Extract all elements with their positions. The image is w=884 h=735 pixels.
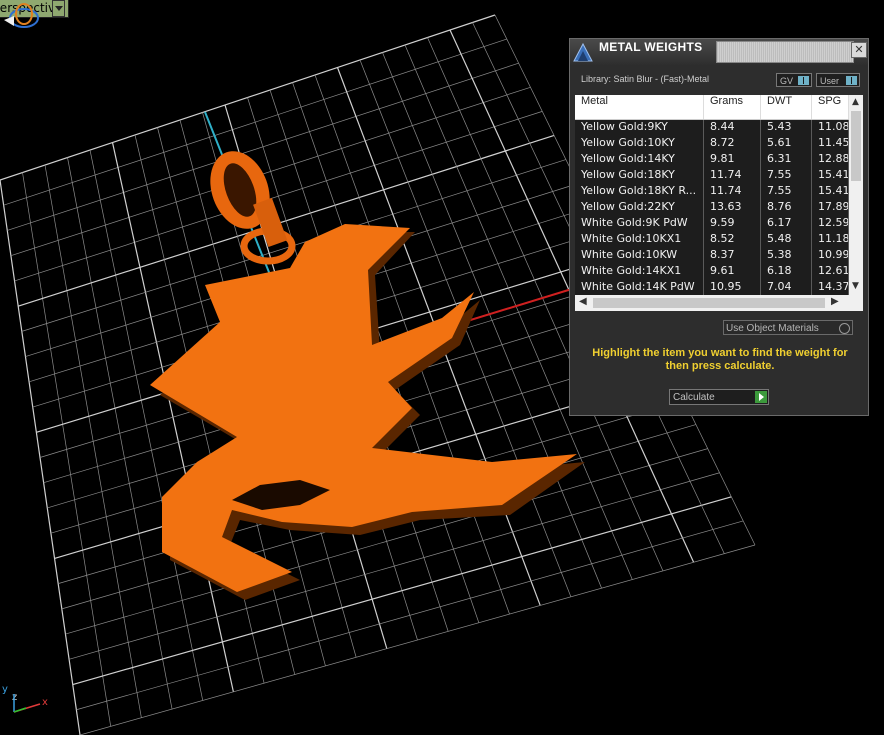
spg-cell: 12.59 bbox=[812, 216, 849, 232]
spg-cell: 15.41 bbox=[812, 184, 849, 200]
table-row[interactable]: White Gold:10KW 8.37 5.38 10.99 bbox=[575, 248, 849, 264]
spg-cell: 10.99 bbox=[812, 248, 849, 264]
grams-cell: 9.59 bbox=[704, 216, 761, 232]
table-row[interactable]: Yellow Gold:18KY 11.74 7.55 15.41 bbox=[575, 168, 849, 184]
pendant-model[interactable] bbox=[150, 143, 585, 600]
table-row[interactable]: White Gold:10KX1 8.52 5.48 11.18 bbox=[575, 232, 849, 248]
dwt-cell: 8.76 bbox=[761, 200, 812, 216]
grams-cell: 13.63 bbox=[704, 200, 761, 216]
metal-table[interactable]: Metal Grams DWT SPG Yellow Gold:9KY 8.44 5… bbox=[575, 95, 863, 311]
play-arrow-icon bbox=[755, 391, 767, 403]
spg-cell: 17.89 bbox=[812, 200, 849, 216]
metal-cell: Yellow Gold:9KY bbox=[575, 120, 704, 136]
scrollbar-thumb[interactable] bbox=[851, 111, 861, 181]
metal-cell: White Gold:10KX1 bbox=[575, 232, 704, 248]
panel-header[interactable]: METAL WEIGHTS ✕ bbox=[570, 39, 868, 65]
user-toggle-label: User bbox=[820, 76, 840, 86]
view-dropdown-button[interactable] bbox=[52, 0, 65, 17]
dwt-cell: 5.48 bbox=[761, 232, 812, 248]
toggle-indicator-icon bbox=[846, 76, 857, 85]
metal-weights-panel: METAL WEIGHTS ✕ Library: Satin Blur - (F… bbox=[569, 38, 869, 416]
chevron-down-icon bbox=[55, 6, 63, 11]
gv-toggle-label: GV bbox=[780, 76, 794, 86]
dwt-cell: 7.55 bbox=[761, 184, 812, 200]
calculate-button[interactable]: Calculate bbox=[669, 389, 769, 405]
app-logo-icon bbox=[573, 42, 593, 62]
grams-cell: 8.52 bbox=[704, 232, 761, 248]
grams-cell: 8.37 bbox=[704, 248, 761, 264]
toggle-indicator-icon bbox=[798, 76, 809, 85]
horizontal-scrollbar[interactable]: ◀ ▶ bbox=[575, 295, 863, 311]
metal-cell: White Gold:10KW bbox=[575, 248, 704, 264]
grams-cell: 9.81 bbox=[704, 152, 761, 168]
grams-cell: 8.72 bbox=[704, 136, 761, 152]
calculate-label: Calculate bbox=[673, 392, 715, 403]
metal-cell: Yellow Gold:18KY bbox=[575, 168, 704, 184]
dwt-cell: 7.04 bbox=[761, 280, 812, 296]
use-object-materials-label: Use Object Materials bbox=[726, 323, 819, 334]
column-header-metal[interactable]: Metal bbox=[575, 95, 704, 119]
radio-icon[interactable] bbox=[839, 323, 850, 334]
column-header-spg[interactable]: SPG bbox=[812, 95, 849, 119]
dwt-cell: 6.18 bbox=[761, 264, 812, 280]
grams-cell: 8.44 bbox=[704, 120, 761, 136]
dwt-cell: 6.31 bbox=[761, 152, 812, 168]
vertical-scrollbar[interactable]: ▲ ▼ bbox=[849, 95, 863, 295]
metal-cell: Yellow Gold:10KY bbox=[575, 136, 704, 152]
spg-cell: 11.08 bbox=[812, 120, 849, 136]
scrollbar-thumb[interactable] bbox=[593, 298, 825, 308]
spg-cell: 11.18 bbox=[812, 232, 849, 248]
scroll-down-icon[interactable]: ▼ bbox=[852, 281, 859, 291]
title-bar-fill bbox=[716, 41, 854, 63]
table-row[interactable]: Yellow Gold:10KY 8.72 5.61 11.45 bbox=[575, 136, 849, 152]
scroll-right-icon[interactable]: ▶ bbox=[831, 296, 839, 307]
table-row[interactable]: Yellow Gold:22KY 13.63 8.76 17.89 bbox=[575, 200, 849, 216]
dwt-cell: 5.43 bbox=[761, 120, 812, 136]
spg-cell: 15.41 bbox=[812, 168, 849, 184]
dwt-cell: 5.38 bbox=[761, 248, 812, 264]
table-row[interactable]: White Gold:9K PdW 9.59 6.17 12.59 bbox=[575, 216, 849, 232]
table-body: Yellow Gold:9KY 8.44 5.43 11.08 Yellow Gold:… bbox=[575, 120, 849, 296]
metal-cell: Yellow Gold:18KY R... bbox=[575, 184, 704, 200]
table-row[interactable]: White Gold:14K PdW 10.95 7.04 14.37 bbox=[575, 280, 849, 296]
table-header: Metal Grams DWT SPG bbox=[575, 95, 849, 120]
dwt-cell: 6.17 bbox=[761, 216, 812, 232]
grams-cell: 10.95 bbox=[704, 280, 761, 296]
grams-cell: 11.74 bbox=[704, 184, 761, 200]
close-button[interactable]: ✕ bbox=[851, 42, 867, 58]
spg-cell: 12.88 bbox=[812, 152, 849, 168]
table-row[interactable]: Yellow Gold:14KY 9.81 6.31 12.88 bbox=[575, 152, 849, 168]
table-row[interactable]: Yellow Gold:18KY R... 11.74 7.55 15.41 bbox=[575, 184, 849, 200]
column-header-dwt[interactable]: DWT bbox=[761, 95, 812, 119]
spg-cell: 11.45 bbox=[812, 136, 849, 152]
column-header-grams[interactable]: Grams bbox=[704, 95, 761, 119]
table-row[interactable]: Yellow Gold:9KY 8.44 5.43 11.08 bbox=[575, 120, 849, 136]
navigation-cube-icon[interactable] bbox=[0, 0, 44, 30]
instruction-text: Highlight the item you want to find the … bbox=[592, 347, 848, 372]
scroll-up-icon[interactable]: ▲ bbox=[852, 97, 859, 107]
panel-title: METAL WEIGHTS bbox=[599, 40, 703, 54]
axis-tripod-icon bbox=[13, 694, 41, 713]
use-object-materials-option[interactable]: Use Object Materials bbox=[723, 320, 853, 335]
spg-cell: 14.37 bbox=[812, 280, 849, 296]
dwt-cell: 5.61 bbox=[761, 136, 812, 152]
table-row[interactable]: White Gold:14KX1 9.61 6.18 12.61 bbox=[575, 264, 849, 280]
grams-cell: 11.74 bbox=[704, 168, 761, 184]
gv-toggle[interactable]: GV bbox=[776, 73, 812, 87]
spg-cell: 12.61 bbox=[812, 264, 849, 280]
grams-cell: 9.61 bbox=[704, 264, 761, 280]
scroll-left-icon[interactable]: ◀ bbox=[579, 296, 587, 307]
library-label: Library: Satin Blur - (Fast)-Metal bbox=[581, 74, 710, 84]
metal-cell: White Gold:14KX1 bbox=[575, 264, 704, 280]
dwt-cell: 7.55 bbox=[761, 168, 812, 184]
metal-cell: White Gold:9K PdW bbox=[575, 216, 704, 232]
metal-cell: White Gold:14K PdW bbox=[575, 280, 704, 296]
user-toggle[interactable]: User bbox=[816, 73, 860, 87]
metal-cell: Yellow Gold:14KY bbox=[575, 152, 704, 168]
metal-cell: Yellow Gold:22KY bbox=[575, 200, 704, 216]
